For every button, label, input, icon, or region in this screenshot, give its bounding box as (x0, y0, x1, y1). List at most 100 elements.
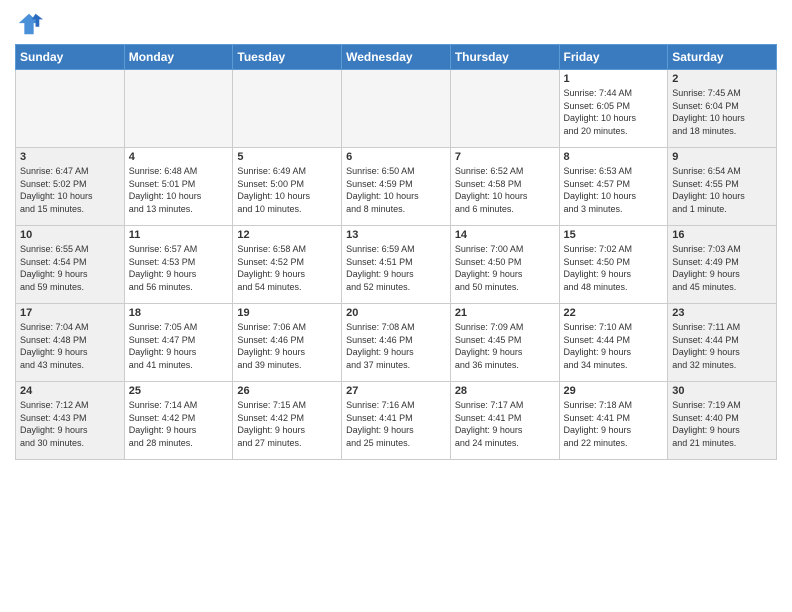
weekday-header-wednesday: Wednesday (342, 45, 451, 70)
day-info: Sunrise: 7:45 AM Sunset: 6:04 PM Dayligh… (672, 87, 772, 137)
calendar-cell (450, 70, 559, 148)
day-info: Sunrise: 7:09 AM Sunset: 4:45 PM Dayligh… (455, 321, 555, 371)
calendar-cell: 7 Sunrise: 6:52 AM Sunset: 4:58 PM Daylig… (450, 148, 559, 226)
calendar-cell: 13 Sunrise: 6:59 AM Sunset: 4:51 PM Dayli… (342, 226, 451, 304)
day-number: 5 (237, 151, 337, 163)
day-number: 16 (672, 229, 772, 241)
day-number: 1 (564, 73, 664, 85)
calendar-cell: 22Sunrise: 7:10 AM Sunset: 4:44 PM Dayli… (559, 304, 668, 382)
calendar-cell: 2Sunrise: 7:45 AM Sunset: 6:04 PM Daylig… (668, 70, 777, 148)
day-info: Sunrise: 6:53 AM Sunset: 4:57 PM Dayligh… (564, 165, 664, 215)
day-number: 27 (346, 385, 446, 397)
calendar-cell: 18 Sunrise: 7:05 AM Sunset: 4:47 PM Dayli… (124, 304, 233, 382)
day-number: 14 (455, 229, 555, 241)
calendar-cell (16, 70, 125, 148)
calendar-cell: 4 Sunrise: 6:48 AM Sunset: 5:01 PM Daylig… (124, 148, 233, 226)
day-info: Sunrise: 6:54 AM Sunset: 4:55 PM Dayligh… (672, 165, 772, 215)
day-info: Sunrise: 7:08 AM Sunset: 4:46 PM Dayligh… (346, 321, 446, 371)
day-info: Sunrise: 7:17 AM Sunset: 4:41 PM Dayligh… (455, 399, 555, 449)
day-info: Sunrise: 6:52 AM Sunset: 4:58 PM Dayligh… (455, 165, 555, 215)
calendar-cell: 21 Sunrise: 7:09 AM Sunset: 4:45 PM Dayli… (450, 304, 559, 382)
weekday-header-friday: Friday (559, 45, 668, 70)
calendar-cell: 24 Sunrise: 7:12 AM Sunset: 4:43 PM Dayli… (16, 382, 125, 460)
calendar-cell: 20Sunrise: 7:08 AM Sunset: 4:46 PM Dayli… (342, 304, 451, 382)
day-number: 30 (672, 385, 772, 397)
day-number: 8 (564, 151, 664, 163)
day-info: Sunrise: 7:03 AM Sunset: 4:49 PM Dayligh… (672, 243, 772, 293)
day-number: 22 (564, 307, 664, 319)
weekday-header-saturday: Saturday (668, 45, 777, 70)
logo (15, 10, 47, 38)
week-row-5: 24 Sunrise: 7:12 AM Sunset: 4:43 PM Dayli… (16, 382, 777, 460)
calendar-cell: 6Sunrise: 6:50 AM Sunset: 4:59 PM Daylig… (342, 148, 451, 226)
day-number: 18 (129, 307, 229, 319)
calendar-cell: 17 Sunrise: 7:04 AM Sunset: 4:48 PM Dayli… (16, 304, 125, 382)
day-number: 4 (129, 151, 229, 163)
day-info: Sunrise: 7:19 AM Sunset: 4:40 PM Dayligh… (672, 399, 772, 449)
day-number: 17 (20, 307, 120, 319)
calendar-cell: 26 Sunrise: 7:15 AM Sunset: 4:42 PM Dayli… (233, 382, 342, 460)
header (15, 10, 777, 38)
day-number: 9 (672, 151, 772, 163)
day-info: Sunrise: 7:12 AM Sunset: 4:43 PM Dayligh… (20, 399, 120, 449)
calendar-table: SundayMondayTuesdayWednesdayThursdayFrid… (15, 44, 777, 460)
calendar-container: SundayMondayTuesdayWednesdayThursdayFrid… (0, 0, 792, 465)
calendar-cell: 5 Sunrise: 6:49 AM Sunset: 5:00 PM Daylig… (233, 148, 342, 226)
day-info: Sunrise: 7:11 AM Sunset: 4:44 PM Dayligh… (672, 321, 772, 371)
day-number: 15 (564, 229, 664, 241)
day-info: Sunrise: 7:16 AM Sunset: 4:41 PM Dayligh… (346, 399, 446, 449)
day-number: 24 (20, 385, 120, 397)
day-info: Sunrise: 7:44 AM Sunset: 6:05 PM Dayligh… (564, 87, 664, 137)
calendar-cell: 25Sunrise: 7:14 AM Sunset: 4:42 PM Dayli… (124, 382, 233, 460)
calendar-cell: 12 Sunrise: 6:58 AM Sunset: 4:52 PM Dayli… (233, 226, 342, 304)
day-info: Sunrise: 6:49 AM Sunset: 5:00 PM Dayligh… (237, 165, 337, 215)
day-number: 23 (672, 307, 772, 319)
calendar-cell: 16 Sunrise: 7:03 AM Sunset: 4:49 PM Dayli… (668, 226, 777, 304)
calendar-cell: 9 Sunrise: 6:54 AM Sunset: 4:55 PM Daylig… (668, 148, 777, 226)
day-number: 19 (237, 307, 337, 319)
logo-icon (15, 10, 43, 38)
day-info: Sunrise: 6:58 AM Sunset: 4:52 PM Dayligh… (237, 243, 337, 293)
day-number: 12 (237, 229, 337, 241)
day-number: 7 (455, 151, 555, 163)
day-number: 28 (455, 385, 555, 397)
week-row-1: 1 Sunrise: 7:44 AM Sunset: 6:05 PM Daylig… (16, 70, 777, 148)
day-number: 3 (20, 151, 120, 163)
weekday-header-row: SundayMondayTuesdayWednesdayThursdayFrid… (16, 45, 777, 70)
calendar-cell: 19 Sunrise: 7:06 AM Sunset: 4:46 PM Dayli… (233, 304, 342, 382)
day-number: 10 (20, 229, 120, 241)
day-info: Sunrise: 6:55 AM Sunset: 4:54 PM Dayligh… (20, 243, 120, 293)
day-info: Sunrise: 6:47 AM Sunset: 5:02 PM Dayligh… (20, 165, 120, 215)
calendar-cell: 15 Sunrise: 7:02 AM Sunset: 4:50 PM Dayli… (559, 226, 668, 304)
week-row-3: 10 Sunrise: 6:55 AM Sunset: 4:54 PM Dayli… (16, 226, 777, 304)
weekday-header-monday: Monday (124, 45, 233, 70)
calendar-cell: 30 Sunrise: 7:19 AM Sunset: 4:40 PM Dayli… (668, 382, 777, 460)
day-info: Sunrise: 7:04 AM Sunset: 4:48 PM Dayligh… (20, 321, 120, 371)
calendar-cell: 10 Sunrise: 6:55 AM Sunset: 4:54 PM Dayli… (16, 226, 125, 304)
weekday-header-tuesday: Tuesday (233, 45, 342, 70)
day-number: 13 (346, 229, 446, 241)
weekday-header-sunday: Sunday (16, 45, 125, 70)
day-info: Sunrise: 7:06 AM Sunset: 4:46 PM Dayligh… (237, 321, 337, 371)
calendar-cell: 1 Sunrise: 7:44 AM Sunset: 6:05 PM Daylig… (559, 70, 668, 148)
day-number: 29 (564, 385, 664, 397)
calendar-cell (233, 70, 342, 148)
calendar-cell: 23 Sunrise: 7:11 AM Sunset: 4:44 PM Dayli… (668, 304, 777, 382)
day-info: Sunrise: 7:05 AM Sunset: 4:47 PM Dayligh… (129, 321, 229, 371)
weekday-header-thursday: Thursday (450, 45, 559, 70)
day-info: Sunrise: 6:59 AM Sunset: 4:51 PM Dayligh… (346, 243, 446, 293)
day-info: Sunrise: 7:18 AM Sunset: 4:41 PM Dayligh… (564, 399, 664, 449)
calendar-cell: 8 Sunrise: 6:53 AM Sunset: 4:57 PM Daylig… (559, 148, 668, 226)
calendar-cell (342, 70, 451, 148)
day-number: 11 (129, 229, 229, 241)
day-info: Sunrise: 6:50 AM Sunset: 4:59 PM Dayligh… (346, 165, 446, 215)
day-info: Sunrise: 6:48 AM Sunset: 5:01 PM Dayligh… (129, 165, 229, 215)
day-number: 21 (455, 307, 555, 319)
calendar-cell: 14Sunrise: 7:00 AM Sunset: 4:50 PM Dayli… (450, 226, 559, 304)
day-number: 26 (237, 385, 337, 397)
day-info: Sunrise: 7:02 AM Sunset: 4:50 PM Dayligh… (564, 243, 664, 293)
calendar-cell: 11Sunrise: 6:57 AM Sunset: 4:53 PM Dayli… (124, 226, 233, 304)
calendar-cell: 29 Sunrise: 7:18 AM Sunset: 4:41 PM Dayli… (559, 382, 668, 460)
day-number: 25 (129, 385, 229, 397)
day-info: Sunrise: 7:15 AM Sunset: 4:42 PM Dayligh… (237, 399, 337, 449)
